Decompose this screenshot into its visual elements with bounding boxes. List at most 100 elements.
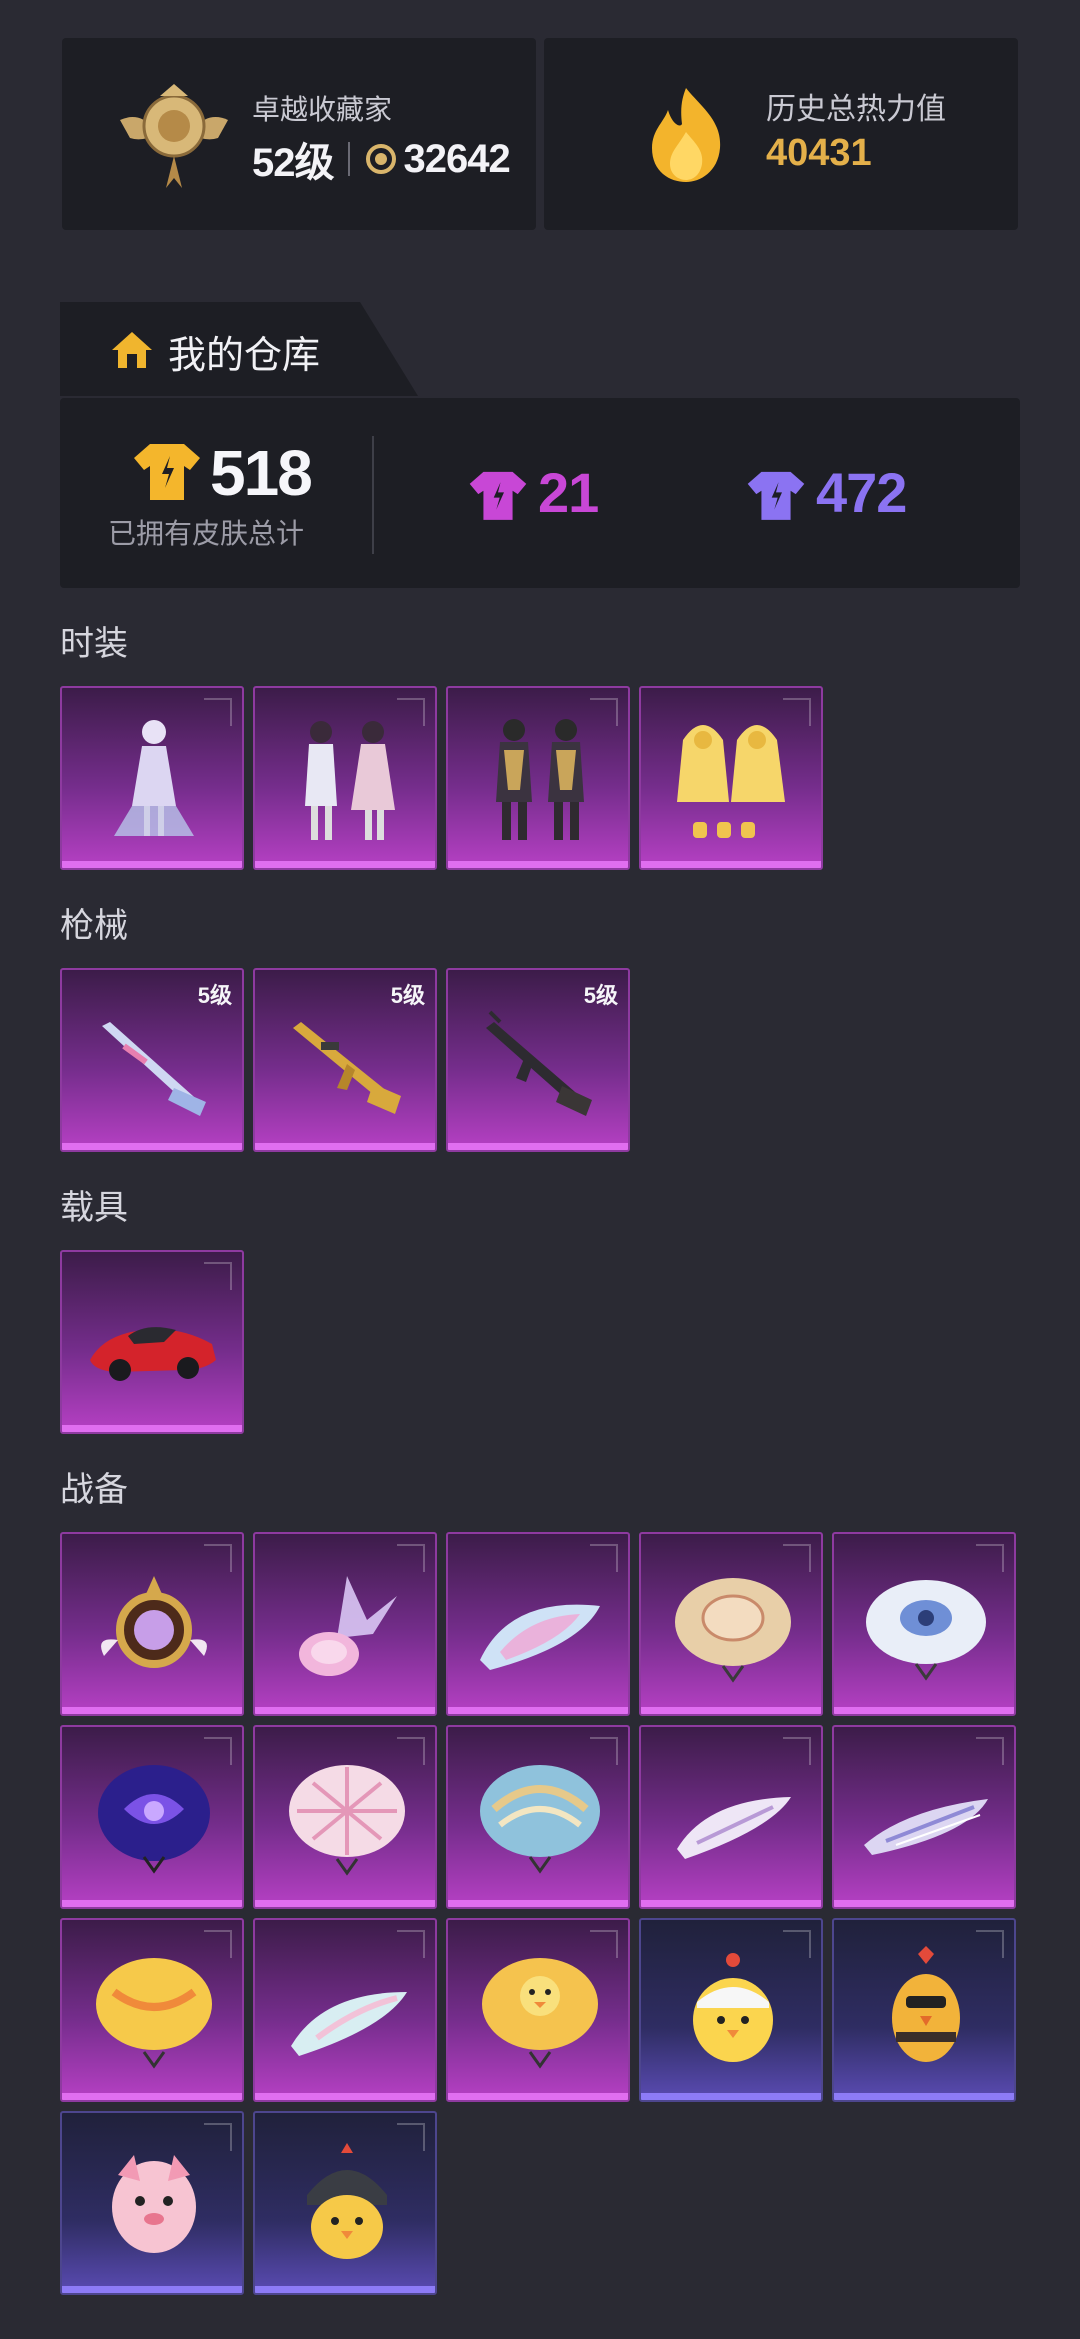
divider bbox=[347, 142, 350, 176]
gear-item[interactable] bbox=[253, 1918, 437, 2102]
fashion-item[interactable] bbox=[60, 686, 244, 870]
collector-stats: 52级 32642 bbox=[252, 130, 511, 188]
tile-corner bbox=[397, 698, 425, 726]
outfit-pair-icon bbox=[305, 721, 395, 840]
gun-item[interactable]: 5级 bbox=[446, 968, 630, 1152]
parachute-duck-icon bbox=[482, 1958, 598, 2069]
tile-corner bbox=[976, 1737, 1004, 1765]
fashion-item[interactable] bbox=[253, 686, 437, 870]
purple-skins-count: 21 bbox=[538, 461, 599, 524]
skin-summary: 518 已拥有皮肤总计 21 472 bbox=[60, 398, 1020, 588]
tile-corner bbox=[590, 1544, 618, 1572]
ornament-emblem-icon bbox=[101, 1576, 207, 1668]
gear-item[interactable] bbox=[253, 1725, 437, 1909]
gear-item[interactable] bbox=[832, 1532, 1016, 1716]
parachute-galaxy-icon bbox=[98, 1765, 210, 1874]
tile-corner bbox=[590, 1737, 618, 1765]
heat-card: 历史总热力值 40431 bbox=[544, 38, 1018, 230]
gear-item[interactable] bbox=[446, 1725, 630, 1909]
tile-corner bbox=[204, 1930, 232, 1958]
gear-item[interactable] bbox=[832, 1725, 1016, 1909]
glider-pink-icon bbox=[480, 1604, 600, 1670]
collector-medal-icon bbox=[120, 84, 228, 188]
warehouse-title: 我的仓库 bbox=[168, 335, 321, 377]
parachute-yellow-icon bbox=[96, 1958, 212, 2069]
smg-icon bbox=[486, 1010, 592, 1116]
collector-points: 32642 bbox=[403, 136, 511, 181]
tile-corner bbox=[204, 1737, 232, 1765]
tile-corner bbox=[783, 1930, 811, 1958]
tile-corner bbox=[204, 1262, 232, 1290]
car-icon bbox=[90, 1327, 216, 1381]
collector-title: 卓越收藏家 bbox=[252, 94, 393, 125]
glider-pastel-icon bbox=[291, 1992, 407, 2056]
outfit-icon bbox=[114, 720, 194, 836]
flame-icon bbox=[652, 88, 721, 182]
gun-item[interactable]: 5级 bbox=[253, 968, 437, 1152]
tile-corner bbox=[397, 1544, 425, 1572]
gear-item[interactable] bbox=[253, 1532, 437, 1716]
gun-level: 5级 bbox=[390, 983, 425, 1008]
fashion-item[interactable] bbox=[639, 686, 823, 870]
gear-item[interactable] bbox=[639, 1918, 823, 2102]
tile-corner bbox=[976, 1544, 1004, 1572]
collector-level: 52级 bbox=[252, 141, 334, 185]
glider-silver-icon bbox=[864, 1799, 988, 1855]
home-icon bbox=[112, 332, 152, 368]
tile-corner bbox=[204, 1544, 232, 1572]
tile-corner bbox=[397, 1737, 425, 1765]
chick-pet-icon bbox=[693, 1953, 773, 2062]
gear-item[interactable] bbox=[60, 1725, 244, 1909]
tile-corner bbox=[783, 1737, 811, 1765]
tile-corner bbox=[976, 1930, 1004, 1958]
gear-item[interactable] bbox=[60, 1532, 244, 1716]
helmet-chick-icon bbox=[307, 2143, 387, 2259]
purple-shirt-icon bbox=[469, 471, 527, 520]
total-skins-value: 518 bbox=[210, 437, 313, 509]
rooster-pet-icon bbox=[892, 1946, 960, 2062]
gear-item[interactable] bbox=[446, 1918, 630, 2102]
pink-pet-icon bbox=[112, 2155, 196, 2253]
gear-item[interactable] bbox=[60, 1918, 244, 2102]
total-skins-label: 已拥有皮肤总计 bbox=[108, 518, 305, 549]
gun-level: 5级 bbox=[583, 983, 618, 1008]
tile-corner bbox=[397, 2123, 425, 2151]
parachute-beige-icon bbox=[675, 1578, 791, 1683]
gun-level: 5级 bbox=[197, 983, 232, 1008]
parachute-ufo-icon bbox=[866, 1580, 986, 1681]
fashion-item[interactable] bbox=[446, 686, 630, 870]
gear-item[interactable] bbox=[639, 1725, 823, 1909]
tile-corner bbox=[783, 1544, 811, 1572]
heat-value: 40431 bbox=[766, 132, 872, 174]
glider-white-icon bbox=[677, 1797, 791, 1859]
blue-shirt-icon bbox=[747, 471, 805, 520]
tile-corner bbox=[783, 698, 811, 726]
raincoat-icon bbox=[677, 725, 785, 838]
parachute-plaid-icon bbox=[289, 1765, 405, 1876]
crystal-flower-icon bbox=[299, 1576, 397, 1676]
warehouse-tab[interactable]: 我的仓库 bbox=[60, 302, 418, 396]
gear-item[interactable] bbox=[832, 1918, 1016, 2102]
section-fashion-title: 时装 bbox=[60, 625, 128, 663]
parachute-gold-blue-icon bbox=[480, 1765, 600, 1874]
tile-corner bbox=[204, 2123, 232, 2151]
shotgun-icon bbox=[102, 1022, 206, 1116]
rifle-icon bbox=[293, 1022, 401, 1114]
tile-corner bbox=[204, 698, 232, 726]
section-guns-title: 枪械 bbox=[60, 907, 128, 945]
gun-item[interactable]: 5级 bbox=[60, 968, 244, 1152]
gear-item[interactable] bbox=[639, 1532, 823, 1716]
collector-card: 卓越收藏家 52级 32642 bbox=[62, 38, 536, 230]
summary-divider bbox=[372, 436, 374, 554]
tile-corner bbox=[590, 1930, 618, 1958]
gold-shirt-icon bbox=[134, 444, 200, 500]
tile-corner bbox=[397, 1930, 425, 1958]
gear-item[interactable] bbox=[446, 1532, 630, 1716]
tile-corner bbox=[590, 698, 618, 726]
section-vehicles-title: 载具 bbox=[60, 1189, 128, 1227]
gear-item[interactable] bbox=[60, 2111, 244, 2295]
armor-pair-icon bbox=[496, 719, 584, 840]
gear-item[interactable] bbox=[253, 2111, 437, 2295]
vehicle-item[interactable] bbox=[60, 1250, 244, 1434]
section-gear-title: 战备 bbox=[60, 1471, 128, 1509]
